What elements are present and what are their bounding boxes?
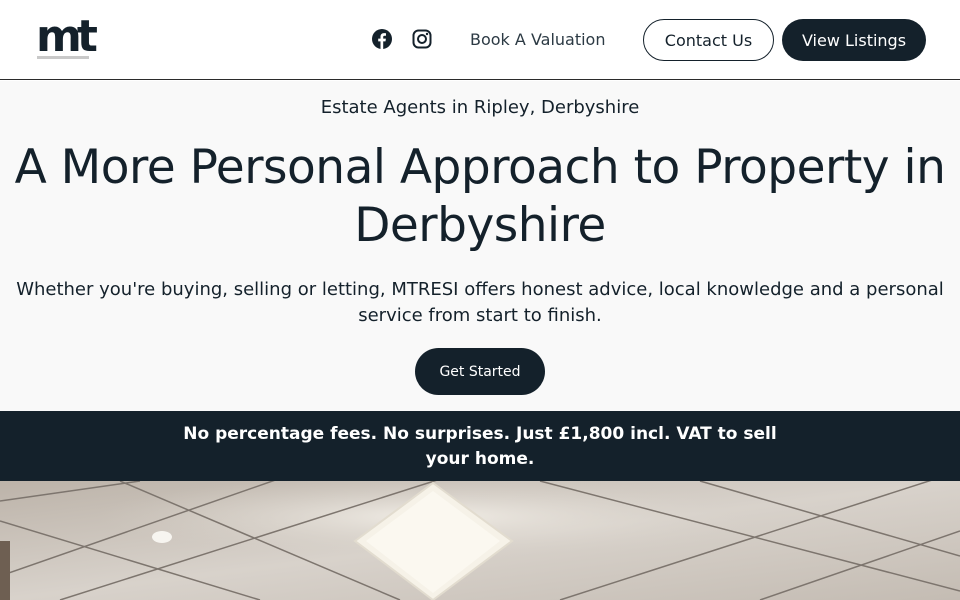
pricing-banner: No percentage fees. No surprises. Just £… (0, 411, 960, 481)
logo-underline (37, 56, 89, 59)
site-header: mt Book A Valuation Contact Us View List… (0, 0, 960, 80)
instagram-icon[interactable] (411, 28, 433, 50)
hero-subtitle: Estate Agents in Ripley, Derbyshire (320, 97, 640, 118)
ceiling-image (0, 481, 960, 600)
site-logo[interactable]: mt (36, 15, 98, 59)
hero-section: Estate Agents in Ripley, Derbyshire A Mo… (0, 81, 960, 411)
pricing-banner-text: No percentage fees. No surprises. Just £… (183, 424, 777, 469)
view-listings-button[interactable]: View Listings (782, 19, 926, 61)
facebook-icon[interactable] (371, 28, 393, 50)
get-started-button[interactable]: Get Started (415, 348, 545, 395)
hero-description: Whether you're buying, selling or lettin… (16, 279, 944, 326)
hero-photo-ceiling (0, 481, 960, 600)
hero-title: A More Personal Approach to Property in … (14, 140, 946, 253)
contact-us-button[interactable]: Contact Us (643, 19, 774, 61)
book-valuation-link[interactable]: Book A Valuation (470, 28, 605, 52)
